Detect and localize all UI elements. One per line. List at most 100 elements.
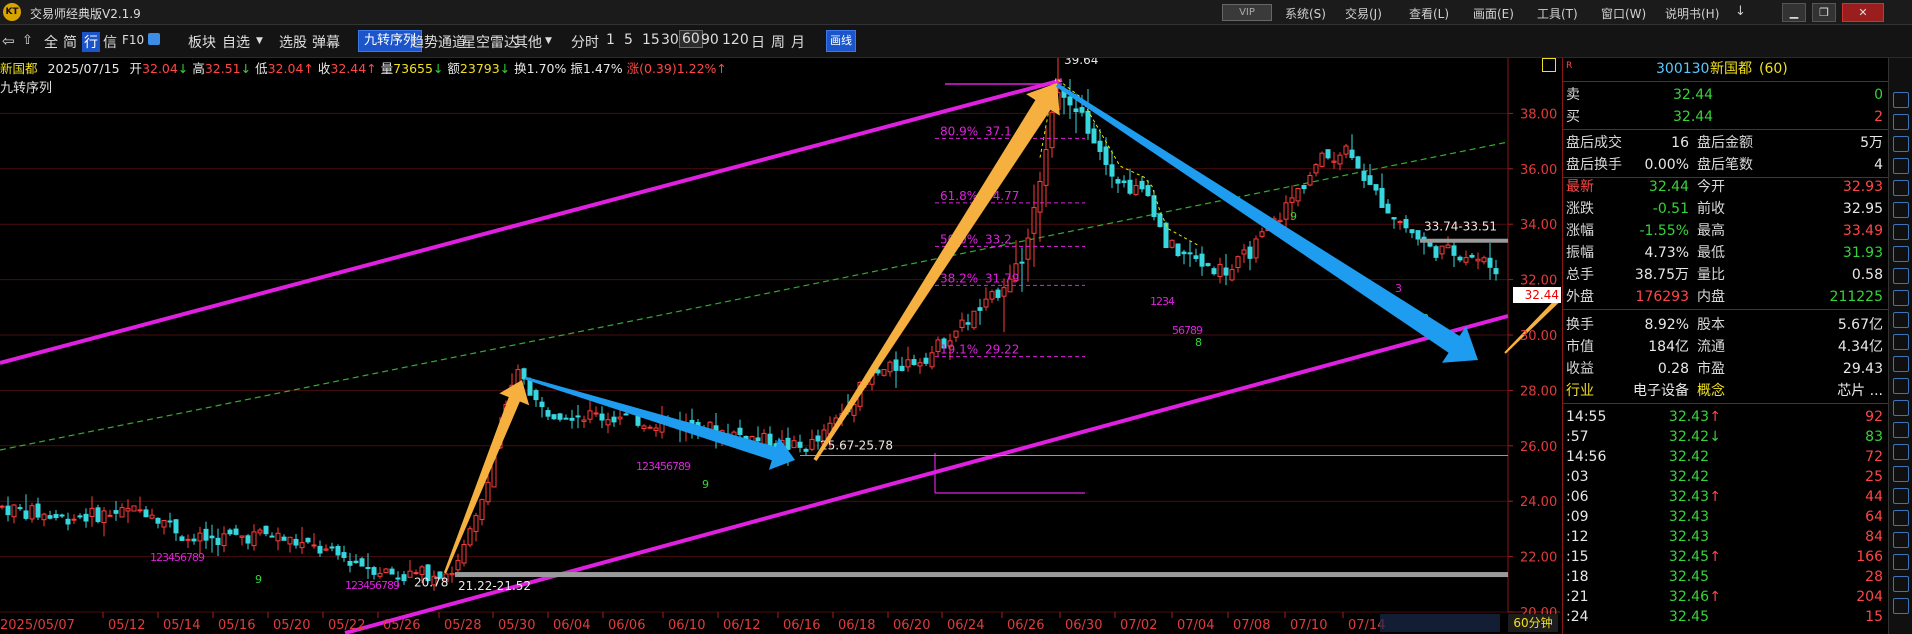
quote-cell: 概念 [1697,383,1725,399]
tb-info[interactable]: 信 [103,32,117,52]
tb-star-radar[interactable]: 星空雷达 [462,32,518,52]
tool-icon[interactable] [1893,422,1909,438]
date-axis: 2025/05/07 05/12 05/14 05/16 05/20 05/22 05/26… [0,612,1500,633]
quote-cell: 盘后笔数 [1697,157,1753,173]
tool-icon[interactable] [1893,158,1909,174]
tool-icon[interactable] [1893,510,1909,526]
tool-icon[interactable] [1893,576,1909,592]
nine-marker: 8 [1195,336,1202,349]
candle-body [353,560,359,564]
up-arrow-icon[interactable]: ⇧ [22,33,33,48]
tool-icon[interactable] [1893,598,1909,614]
tool-icon[interactable] [1893,92,1909,108]
chevron-down-icon[interactable]: ▼ [256,36,263,46]
tool-icon[interactable] [1893,532,1909,548]
tb-trend-channel[interactable]: 趋势通道 [410,32,466,52]
expand-icon[interactable] [1542,58,1556,72]
candle-body [1451,245,1457,256]
period-month[interactable]: 月 [791,32,805,52]
title-bar: KT 交易师经典版V2.1.9 VIP 系统(S) 交易(J) 查看(L) 画面… [0,0,1912,25]
period-5[interactable]: 5 [624,32,633,48]
tool-icon[interactable] [1893,290,1909,306]
tool-icon[interactable] [1893,136,1909,152]
candle-body [1073,108,1079,113]
tool-icon[interactable] [1893,554,1909,570]
period-intraday[interactable]: 分时 [571,32,599,52]
candle-body [179,536,185,541]
tool-icon[interactable] [1893,114,1909,130]
menu-manual[interactable]: 说明书(H) [1665,5,1719,22]
down-arrow-icon[interactable]: ↓ [1735,4,1746,19]
menu-system[interactable]: 系统(S) [1285,5,1326,22]
tb-brief[interactable]: 简 [63,32,77,52]
candle-body [1355,156,1361,169]
candle-body [485,481,491,503]
candle-body [383,568,389,574]
minimize-button[interactable]: ▁ [1782,3,1806,22]
y-tick-label: 26.00 [1520,440,1557,455]
vip-badge[interactable]: VIP [1222,4,1272,21]
windows-icon[interactable] [148,33,160,45]
fib-pct-label: 80.9% [940,124,978,138]
period-week[interactable]: 周 [771,32,785,52]
candle-body [1067,96,1073,106]
candle-body [335,545,341,556]
tool-icon[interactable] [1893,488,1909,504]
y-tick-label: 22.00 [1520,551,1557,566]
tool-icon[interactable] [1893,466,1909,482]
tick-row: :06 32.43 ↑ 44 [1563,486,1889,508]
close-button[interactable]: ✕ [1842,3,1884,22]
tool-icon[interactable] [1893,444,1909,460]
period-90[interactable]: 90 [701,32,719,48]
amt-value: 23793 [459,61,500,76]
y-tick-label: 30.00 [1520,329,1557,344]
back-arrow-icon[interactable]: ⇦ [2,32,15,50]
menu-screen[interactable]: 画面(E) [1473,5,1514,22]
sell-price[interactable]: 32.44 [1673,84,1713,106]
candlestick-chart[interactable]: 80.9%37.161.8%34.7750.0%33.238.2%31.7919… [0,58,1560,634]
period-120[interactable]: 120 [722,32,749,48]
period-day[interactable]: 日 [751,32,765,52]
tick-price: 32.45 [1668,549,1709,565]
price-tag: 32.44 [1513,287,1561,303]
candle-body [287,536,293,545]
tool-icon[interactable] [1893,246,1909,262]
tb-f10[interactable]: F10 [122,33,144,47]
tool-icon[interactable] [1893,312,1909,328]
tool-icon[interactable] [1893,224,1909,240]
tb-danmaku[interactable]: 弹幕 [312,32,340,52]
candle-body [1127,179,1133,194]
chevron-down-icon[interactable]: ▼ [545,36,552,46]
candle-body [1457,256,1463,261]
quote-cell: 盘后成交 [1566,135,1622,151]
tool-icon[interactable] [1893,400,1909,416]
tool-icon[interactable] [1893,202,1909,218]
tool-icon[interactable] [1893,268,1909,284]
tool-icon[interactable] [1893,334,1909,350]
tb-full[interactable]: 全 [44,32,58,52]
period-15[interactable]: 15 [642,32,660,48]
menu-tools[interactable]: 工具(T) [1537,5,1578,22]
draw-line-button[interactable]: 画线 [826,30,856,52]
menu-window[interactable]: 窗口(W) [1601,5,1646,22]
period-30[interactable]: 30 [661,32,679,48]
tb-watchlist[interactable]: 自选 [222,32,250,52]
menu-trade[interactable]: 交易(J) [1345,5,1382,22]
candle-body [611,416,617,423]
candle-body [131,505,137,512]
stock-code: 300130 [1656,61,1710,77]
quote-cell: 流通 [1697,339,1725,355]
maximize-button[interactable]: ❐ [1812,3,1836,22]
buy-price[interactable]: 32.44 [1673,106,1713,128]
tool-icon[interactable] [1893,180,1909,196]
tb-screener[interactable]: 选股 [279,32,307,52]
menu-view[interactable]: 查看(L) [1409,5,1449,22]
tb-quote[interactable]: 行 [82,32,100,52]
tb-other[interactable]: 其他 [514,32,542,52]
tool-icon[interactable] [1893,378,1909,394]
candle-body [1277,219,1283,223]
tb-sector[interactable]: 板块 [188,32,216,52]
period-60[interactable]: 60 [679,30,703,48]
tool-icon[interactable] [1893,356,1909,372]
period-1[interactable]: 1 [606,32,615,48]
